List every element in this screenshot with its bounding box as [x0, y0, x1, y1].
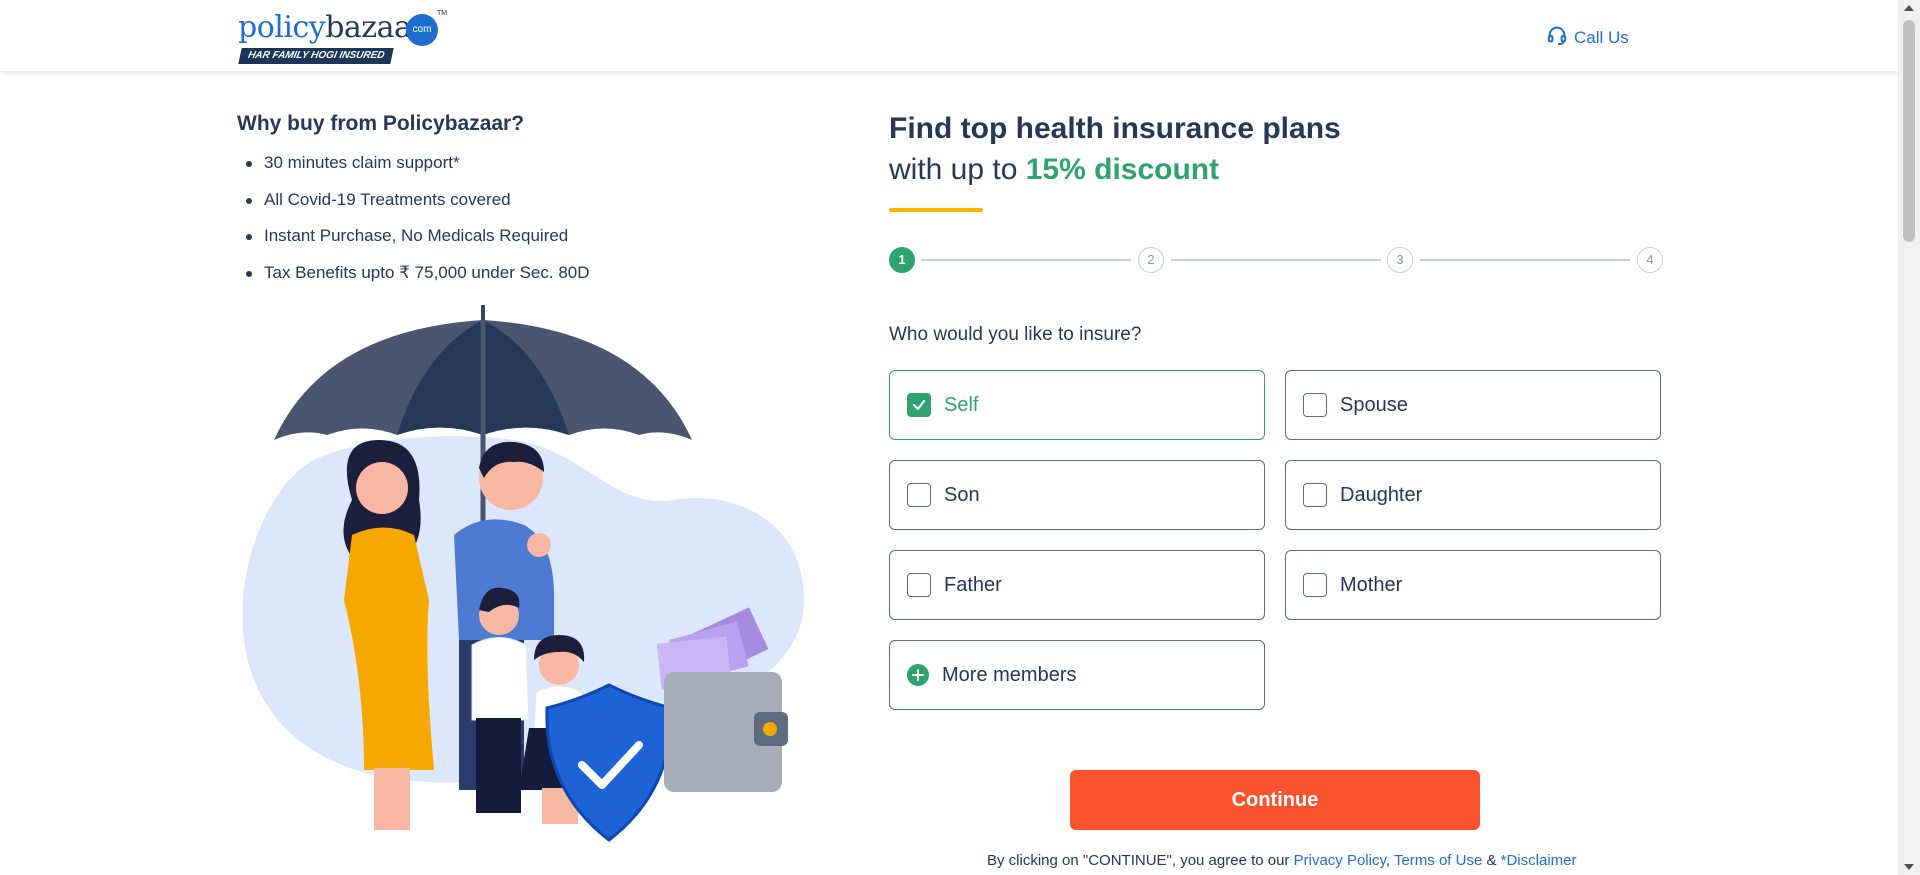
discount-highlight: 15% discount — [1025, 153, 1220, 186]
boy-legs — [476, 718, 521, 813]
terms-of-use-link[interactable]: Terms of Use — [1394, 852, 1482, 869]
step-2: 2 — [1138, 247, 1164, 273]
why-point: Instant Purchase, No Medicals Required — [246, 221, 590, 258]
why-point: 30 minutes claim support* — [246, 148, 590, 185]
member-label: Daughter — [1340, 483, 1423, 506]
terms-ampersand: & — [1482, 852, 1501, 869]
logo-dot-com: com — [406, 14, 438, 46]
more-members-button[interactable]: More members — [889, 640, 1265, 710]
member-option-mother[interactable]: Mother — [1285, 550, 1661, 620]
family-umbrella-illustration — [234, 300, 808, 845]
father-hand — [527, 533, 551, 557]
policybazaar-logo[interactable]: policybazaar com TM HAR FAMILY HOGI INSU… — [238, 8, 448, 66]
logo-tagline: HAR FAMILY HOGI INSURED — [238, 48, 395, 64]
terms-prefix: By clicking on "CONTINUE", you agree to … — [987, 852, 1294, 869]
step-3: 3 — [1387, 247, 1413, 273]
continue-button[interactable]: Continue — [1070, 770, 1480, 830]
terms-separator: , — [1385, 852, 1394, 869]
page-scrollbar[interactable] — [1898, 0, 1920, 875]
mother-legs — [374, 768, 410, 830]
step-1: 1 — [889, 247, 915, 273]
logo-word-policy: policy — [238, 10, 326, 45]
privacy-policy-link[interactable]: Privacy Policy — [1294, 852, 1386, 869]
checkbox-icon[interactable] — [907, 573, 931, 597]
member-label: Son — [944, 483, 980, 506]
member-label: Spouse — [1340, 393, 1408, 416]
boy-shirt — [471, 637, 530, 721]
mother-head — [356, 462, 408, 514]
why-point: All Covid-19 Treatments covered — [246, 185, 590, 222]
disclaimer-link[interactable]: *Disclaimer — [1501, 852, 1577, 869]
call-us-label: Call Us — [1574, 27, 1629, 47]
step-connector — [1171, 259, 1381, 261]
member-option-daughter[interactable]: Daughter — [1285, 460, 1661, 530]
member-option-father[interactable]: Father — [889, 550, 1265, 620]
member-option-spouse[interactable]: Spouse — [1285, 370, 1661, 440]
call-us-link[interactable]: Call Us — [1546, 24, 1629, 51]
more-members-label: More members — [942, 663, 1077, 686]
subheading-prefix: with up to — [889, 153, 1026, 186]
form-heading: Find top health insurance plans — [889, 112, 1341, 145]
plus-circle-icon — [907, 664, 929, 686]
checkbox-checked-icon[interactable] — [907, 393, 931, 417]
terms-notice: By clicking on "CONTINUE", you agree to … — [987, 852, 1576, 869]
headset-icon — [1546, 24, 1568, 51]
scroll-thumb[interactable] — [1903, 20, 1915, 242]
why-buy-list: 30 minutes claim support* All Covid-19 T… — [246, 148, 590, 294]
step-connector — [1420, 259, 1630, 261]
why-buy-title: Why buy from Policybazaar? — [237, 112, 525, 135]
top-header: policybazaar com TM HAR FAMILY HOGI INSU… — [0, 0, 1898, 71]
insure-question: Who would you like to insure? — [889, 324, 1142, 345]
form-subheading: with up to 15% discount — [889, 153, 1219, 187]
scroll-down-arrow-icon[interactable] — [1904, 864, 1914, 870]
member-option-self[interactable]: Self — [889, 370, 1265, 440]
checkbox-icon[interactable] — [907, 483, 931, 507]
checkbox-icon[interactable] — [1303, 393, 1327, 417]
member-label: Father — [944, 573, 1002, 596]
step-connector — [921, 259, 1131, 261]
why-point: Tax Benefits upto ₹ 75,000 under Sec. 80… — [246, 258, 590, 295]
wallet-button — [763, 722, 777, 736]
member-label: Self — [944, 393, 979, 416]
scroll-up-arrow-icon[interactable] — [1904, 5, 1914, 11]
checkbox-icon[interactable] — [1303, 573, 1327, 597]
step-4: 4 — [1637, 247, 1663, 273]
progress-stepper: 1 2 3 4 — [889, 247, 1665, 273]
member-label: Mother — [1340, 573, 1403, 596]
checkbox-icon[interactable] — [1303, 483, 1327, 507]
logo-trademark: TM — [437, 10, 448, 17]
member-option-son[interactable]: Son — [889, 460, 1265, 530]
heading-underline — [889, 208, 983, 212]
